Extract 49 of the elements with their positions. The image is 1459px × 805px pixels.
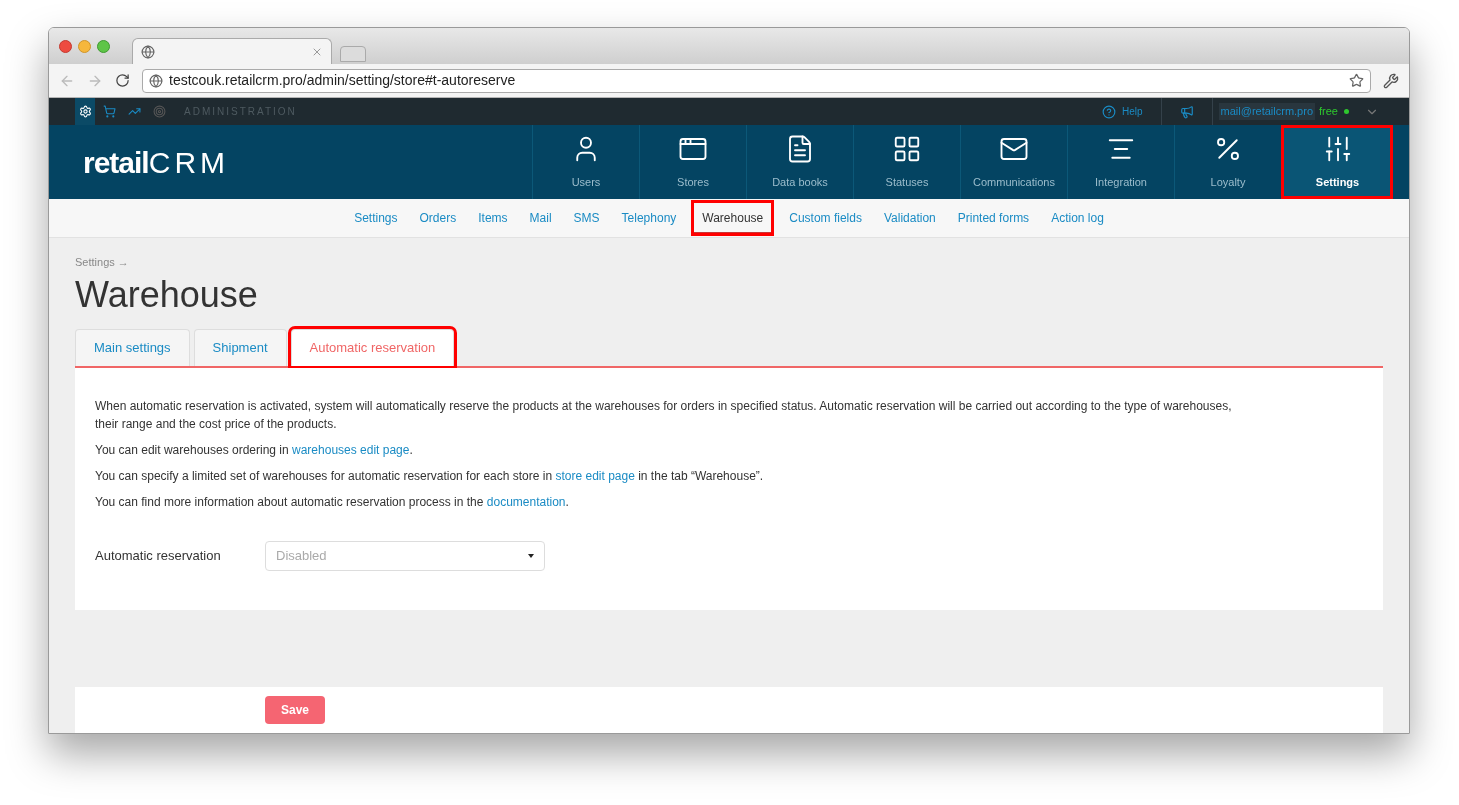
tab[interactable]: Automatic reservation	[290, 328, 455, 366]
logo-text: retailCRM	[83, 144, 230, 181]
nav-item[interactable]: Settings	[1281, 125, 1393, 199]
tab[interactable]: Main settings	[75, 328, 190, 366]
subnav-link[interactable]: Settings	[350, 203, 402, 233]
star-icon[interactable]	[1349, 73, 1364, 88]
info-paragraph: You can specify a limited set of warehouses for automatic reservation for each store in store edit page in the tab “Warehouse”.	[95, 467, 765, 485]
subnav-link[interactable]: Custom fields	[785, 203, 866, 233]
reload-icon[interactable]	[115, 73, 130, 88]
reservation-select[interactable]: Disabled	[265, 540, 545, 571]
breadcrumb[interactable]: Settings →	[75, 254, 1383, 271]
plan-label: free	[1319, 104, 1338, 120]
subnav-link[interactable]: Mail	[525, 203, 556, 233]
field-label: Automatic reservation	[95, 546, 222, 565]
browser-tab[interactable]	[132, 38, 332, 64]
settings-icon[interactable]	[75, 98, 95, 125]
help-link[interactable]: Help	[1122, 104, 1143, 119]
user-email[interactable]: mail@retailcrm.pro	[1218, 103, 1316, 120]
logo[interactable]: retailCRM	[83, 125, 532, 199]
subnav-link[interactable]: SMS	[569, 203, 604, 233]
subnav-link[interactable]: Validation	[879, 203, 940, 233]
help-icon[interactable]	[1102, 104, 1116, 119]
subnav-link[interactable]: Items	[474, 203, 512, 233]
inline-link[interactable]: store edit page	[555, 468, 635, 483]
info-paragraph: You can edit warehouses ordering in warehouses edit page.	[95, 441, 414, 459]
chart-icon[interactable]	[128, 105, 141, 118]
minimize-window-icon[interactable]	[78, 39, 91, 53]
cart-icon[interactable]	[103, 105, 116, 118]
subnav-link[interactable]: Printed forms	[953, 203, 1034, 233]
wrench-icon[interactable]	[1383, 72, 1399, 89]
subnav-link[interactable]: Telephony	[617, 203, 681, 233]
subnav-link[interactable]: Action log	[1047, 203, 1108, 233]
inline-link[interactable]: documentation	[486, 494, 566, 509]
info-paragraph: When automatic reservation is activated, system will automatically reserve the products at the warehouses for orders in specified status. Automatic reservation will be carried out according to the type of warehouses, their range and the cost price of the products.	[95, 397, 1233, 433]
url-text: testcouk.retailcrm.pro/admin/setting/store#t-autoreserve	[169, 71, 517, 90]
info-paragraph: You can find more information about automatic reservation process in the documentation.	[95, 493, 570, 511]
megaphone-icon[interactable]	[1179, 104, 1194, 119]
subnav-link[interactable]: Orders	[415, 203, 461, 233]
subnav-link[interactable]: Warehouse	[694, 203, 772, 233]
save-button[interactable]: Save	[265, 696, 326, 724]
tab[interactable]: Shipment	[193, 328, 287, 366]
page-title: Warehouse	[75, 272, 259, 317]
address-bar[interactable]: testcouk.retailcrm.pro/admin/setting/store#t-autoreserve	[142, 68, 1371, 93]
globe-icon	[141, 44, 155, 59]
maximize-window-icon[interactable]	[97, 39, 110, 53]
caret-icon	[528, 553, 534, 558]
target-icon[interactable]	[153, 105, 166, 118]
close-window-icon[interactable]	[59, 39, 72, 53]
globe-icon	[149, 73, 163, 88]
